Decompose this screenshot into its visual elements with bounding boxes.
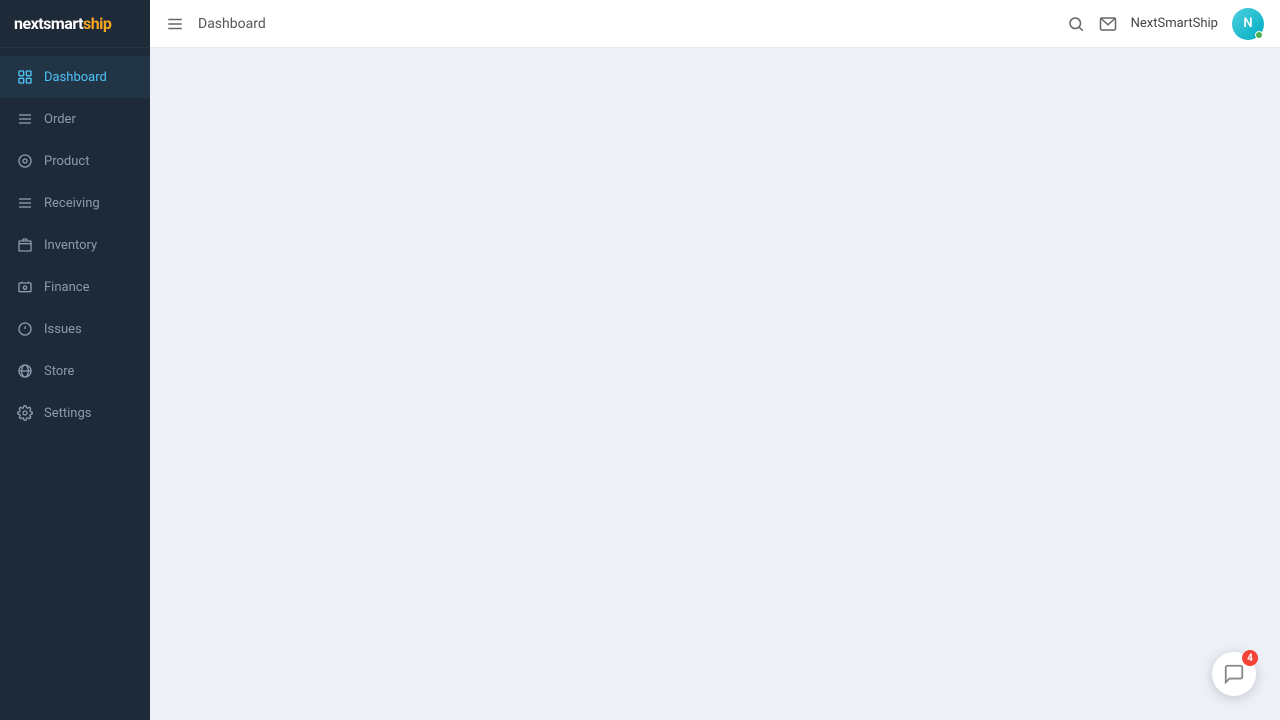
header: Dashboard NextSmartShip N xyxy=(150,0,1280,48)
sidebar-item-label-product: Product xyxy=(44,154,89,169)
inventory-icon xyxy=(16,236,34,254)
sidebar-item-label-settings: Settings xyxy=(44,406,91,421)
sidebar-item-receiving[interactable]: Receiving xyxy=(0,182,150,224)
dashboard-icon xyxy=(16,68,34,86)
issues-icon xyxy=(16,320,34,338)
sidebar-item-label-finance: Finance xyxy=(44,280,89,295)
logo-next: next xyxy=(14,14,43,33)
mail-button[interactable] xyxy=(1099,15,1117,33)
sidebar-item-store[interactable]: Store xyxy=(0,350,150,392)
sidebar-item-product[interactable]: Product xyxy=(0,140,150,182)
sidebar-item-label-order: Order xyxy=(44,112,76,127)
logo-smart: smart xyxy=(43,14,83,33)
sidebar-item-inventory[interactable]: Inventory xyxy=(0,224,150,266)
sidebar-item-label-dashboard: Dashboard xyxy=(44,70,107,85)
sidebar-item-label-issues: Issues xyxy=(44,322,82,337)
menu-toggle-button[interactable] xyxy=(166,15,184,33)
main-content xyxy=(150,48,1280,720)
sidebar-nav: Dashboard Order Product xyxy=(0,48,150,434)
store-icon xyxy=(16,362,34,380)
settings-icon xyxy=(16,404,34,422)
logo: nextsmartship xyxy=(0,0,150,48)
avatar[interactable]: N xyxy=(1232,8,1264,40)
sidebar-item-issues[interactable]: Issues xyxy=(0,308,150,350)
avatar-initials: N xyxy=(1243,16,1252,31)
sidebar: nextsmartship Dashboard xyxy=(0,0,150,720)
chat-bubble-button[interactable]: 4 xyxy=(1212,652,1256,696)
search-button[interactable] xyxy=(1067,15,1085,33)
sidebar-item-settings[interactable]: Settings xyxy=(0,392,150,434)
receiving-icon xyxy=(16,194,34,212)
page-title: Dashboard xyxy=(198,16,1067,32)
sidebar-item-dashboard[interactable]: Dashboard xyxy=(0,56,150,98)
logo-ship: ship xyxy=(83,14,111,33)
main-area: Dashboard NextSmartShip N xyxy=(150,0,1280,720)
sidebar-item-label-store: Store xyxy=(44,364,74,379)
sidebar-item-order[interactable]: Order xyxy=(0,98,150,140)
header-actions: NextSmartShip N xyxy=(1067,8,1264,40)
sidebar-item-finance[interactable]: Finance xyxy=(0,266,150,308)
sidebar-item-label-inventory: Inventory xyxy=(44,238,97,253)
product-icon xyxy=(16,152,34,170)
sidebar-item-label-receiving: Receiving xyxy=(44,196,100,211)
finance-icon xyxy=(16,278,34,296)
order-icon xyxy=(16,110,34,128)
username-label: NextSmartShip xyxy=(1131,16,1218,31)
chat-badge: 4 xyxy=(1242,650,1258,666)
online-indicator xyxy=(1255,31,1263,39)
